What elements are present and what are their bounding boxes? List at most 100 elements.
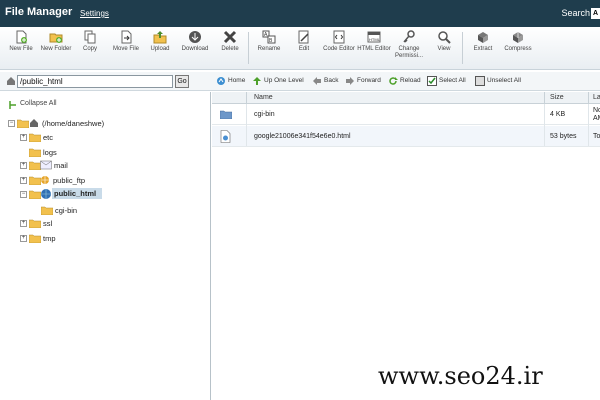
folder-icon — [29, 234, 41, 243]
change-permissions-label: Change Permissi... — [394, 46, 423, 59]
file-modified: To — [593, 133, 600, 140]
new-folder-icon — [49, 33, 63, 43]
code-editor-button[interactable]: Code Editor — [321, 30, 357, 53]
delete-icon — [223, 30, 237, 44]
upload-button[interactable]: Upload — [142, 30, 178, 53]
move-file-button[interactable]: Move File — [108, 30, 144, 53]
delete-button[interactable]: Delete — [212, 30, 248, 53]
upload-label: Upload — [150, 46, 170, 52]
file-size: 53 bytes — [550, 133, 577, 140]
svg-text:HTML: HTML — [369, 37, 381, 42]
compress-icon — [513, 32, 523, 43]
mail-envelope-icon — [40, 160, 52, 170]
app-title: File Manager — [5, 6, 73, 18]
expand-toggle[interactable]: − — [20, 191, 27, 198]
column-header-last-modified[interactable]: La — [593, 94, 600, 101]
tree-item-tmp[interactable]: tmp — [43, 234, 56, 243]
reload-button[interactable]: Reload — [389, 77, 421, 85]
back-arrow-icon — [313, 77, 321, 85]
tree-item-public-ftp[interactable]: public_ftp — [53, 176, 85, 185]
table-row[interactable]: cgi-bin 4 KB No AM — [212, 104, 600, 125]
expand-toggle[interactable]: + — [20, 162, 27, 169]
checkbox-checked-icon — [427, 76, 437, 86]
go-button[interactable]: Go — [175, 75, 189, 88]
folder-tree-panel: Collapse All − (/home/daneshwe) + etc lo… — [0, 92, 211, 400]
expand-toggle[interactable]: + — [20, 235, 27, 242]
column-divider — [544, 104, 545, 146]
file-modified: No — [593, 107, 600, 114]
tree-item-ssl[interactable]: ssl — [43, 219, 52, 228]
back-button[interactable]: Back — [313, 77, 338, 85]
select-all-label: Select All — [439, 77, 466, 84]
settings-link[interactable]: Settings — [80, 9, 109, 18]
expand-toggle[interactable]: + — [20, 177, 27, 184]
upload-icon — [153, 31, 167, 44]
search-input[interactable]: A — [591, 8, 600, 19]
path-input[interactable]: /public_html — [17, 75, 173, 88]
edit-button[interactable]: Edit — [286, 30, 322, 53]
download-icon — [189, 31, 201, 43]
edit-icon — [298, 30, 309, 44]
column-header-size[interactable]: Size — [550, 94, 564, 101]
search-label[interactable]: Search — [561, 8, 590, 18]
rename-button[interactable]: AB Rename — [251, 30, 287, 53]
change-permissions-button[interactable]: Change Permissi... — [391, 30, 427, 60]
html-editor-label: HTML Editor — [357, 46, 391, 52]
home-icon — [30, 119, 38, 127]
column-divider — [246, 92, 247, 104]
globe-icon — [41, 176, 49, 184]
collapse-icon — [9, 101, 16, 109]
tree-item-etc[interactable]: etc — [43, 133, 53, 142]
extract-button[interactable]: Extract — [465, 30, 501, 53]
column-divider — [544, 92, 545, 104]
extract-icon — [478, 32, 488, 43]
expand-toggle[interactable]: + — [20, 220, 27, 227]
folder-icon — [29, 219, 41, 228]
copy-label: Copy — [82, 46, 97, 52]
up-one-level-label: Up One Level — [264, 77, 304, 84]
new-file-icon — [16, 30, 27, 44]
download-button[interactable]: Download — [177, 30, 213, 53]
file-modified-time: AM — [593, 115, 600, 122]
unselect-all-label: Unselect All — [487, 77, 521, 84]
expand-toggle[interactable]: + — [20, 134, 27, 141]
tree-item-root[interactable]: (/home/daneshwe) — [42, 119, 104, 128]
new-folder-button[interactable]: New Folder — [38, 30, 74, 53]
file-size: 4 KB — [550, 111, 566, 118]
new-file-label: New File — [9, 46, 33, 52]
table-row[interactable]: google21006e341f54e6e0.html 53 bytes To — [212, 126, 600, 147]
compress-label: Compress — [504, 46, 532, 52]
home-folder-icon — [7, 77, 15, 85]
code-editor-icon — [333, 30, 345, 44]
expand-toggle[interactable]: − — [8, 120, 15, 127]
copy-icon — [84, 30, 96, 44]
watermark-text: www.seo24.ir — [378, 362, 543, 390]
rename-label: Rename — [257, 46, 281, 52]
forward-button[interactable]: Forward — [346, 77, 381, 85]
view-button[interactable]: View — [426, 30, 462, 53]
home-nav-label: Home — [228, 77, 246, 84]
column-divider — [246, 104, 247, 146]
select-all-button[interactable]: Select All — [427, 76, 466, 86]
new-folder-label: New Folder — [40, 46, 72, 52]
unselect-all-button[interactable]: Unselect All — [475, 76, 521, 86]
column-divider — [588, 92, 589, 104]
html-editor-button[interactable]: HTML HTML Editor — [356, 30, 392, 53]
up-one-level-button[interactable]: Up One Level — [253, 77, 304, 85]
column-header-name[interactable]: Name — [254, 94, 273, 101]
edit-label: Edit — [298, 46, 310, 52]
up-arrow-icon — [253, 77, 261, 85]
home-nav-button[interactable]: Home — [217, 77, 246, 85]
tree-item-logs[interactable]: logs — [43, 148, 57, 157]
collapse-all-label: Collapse All — [20, 100, 57, 107]
tree-item-public-html[interactable]: public_html — [54, 189, 96, 198]
download-label: Download — [181, 46, 209, 52]
collapse-all-button[interactable]: Collapse All — [8, 100, 57, 109]
tree-item-mail[interactable]: mail — [54, 161, 68, 170]
file-name: google21006e341f54e6e0.html — [254, 133, 351, 140]
delete-label: Delete — [221, 46, 239, 52]
new-file-button[interactable]: New File — [3, 30, 39, 53]
compress-button[interactable]: Compress — [500, 30, 536, 53]
tree-item-cgi-bin[interactable]: cgi-bin — [55, 206, 77, 215]
copy-button[interactable]: Copy — [72, 30, 108, 53]
